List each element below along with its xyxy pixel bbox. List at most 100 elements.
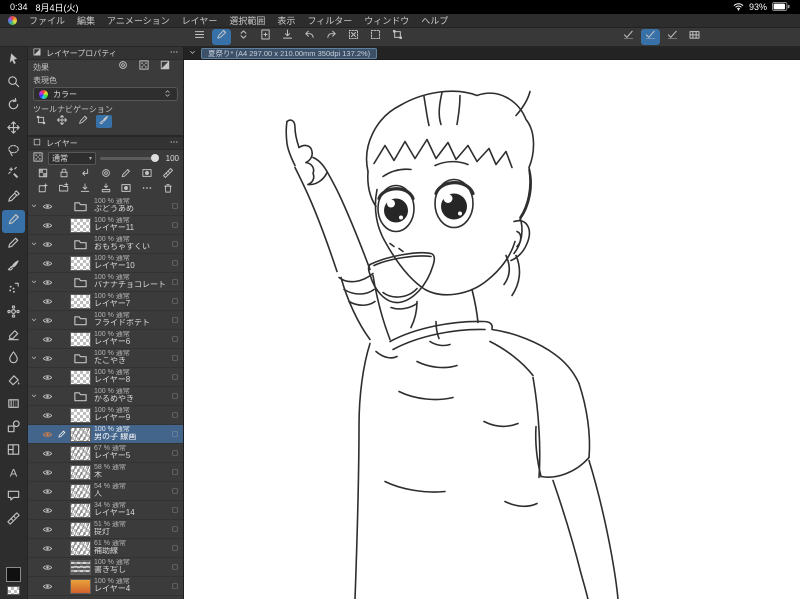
layer-row[interactable]: 58 % 通常木 (28, 463, 183, 482)
lock-transparent-pixels[interactable] (35, 168, 51, 181)
ruler-range[interactable] (160, 167, 176, 181)
expression-color-dropdown[interactable]: カラー (33, 87, 178, 101)
tool-pen[interactable] (2, 210, 25, 233)
tool-eyedropper[interactable] (2, 187, 25, 210)
tool-move-layer[interactable] (2, 118, 25, 141)
tool-balloon[interactable] (2, 486, 25, 509)
stabilization-b-button[interactable] (641, 29, 660, 45)
layer-row[interactable]: 100 % 通常 レイヤー4 (28, 577, 183, 596)
export-button[interactable] (278, 29, 297, 45)
layer-settings[interactable] (139, 183, 155, 196)
reference-layer[interactable] (98, 168, 114, 181)
layer-visibility-icon[interactable] (41, 239, 54, 250)
merge-down[interactable] (98, 182, 114, 196)
tool-decoration[interactable] (2, 302, 25, 325)
layer-thumbnail[interactable] (70, 426, 91, 442)
layer-color-effect[interactable] (157, 60, 173, 74)
layer-thumbnail[interactable] (70, 369, 91, 385)
tone-effect[interactable] (136, 60, 152, 74)
main-menu-button[interactable] (190, 29, 209, 45)
create-mask[interactable] (118, 183, 134, 196)
menu-item-7[interactable]: ウィンドウ (364, 14, 409, 27)
layer-thumbnail[interactable] (70, 521, 91, 537)
layer-visibility-icon[interactable] (41, 410, 54, 421)
document-tab[interactable]: 夏祭り* (A4 297.00 x 210.00mm 350dpi 137.2%… (201, 47, 378, 59)
layer-row[interactable]: 100 % 通常 レイヤー11 (28, 216, 183, 235)
layer-folder-row[interactable]: 100 % 通常 おもちゃすくい (28, 235, 183, 254)
nav-move[interactable] (54, 114, 70, 128)
layer-thumbnail[interactable] (70, 331, 91, 347)
folder-expand-icon[interactable] (30, 278, 38, 286)
layer-thumbnail[interactable] (70, 445, 91, 461)
nav-brush[interactable] (96, 115, 112, 128)
layer-visibility-icon[interactable] (41, 524, 54, 535)
opacity-slider[interactable] (100, 152, 159, 165)
layer-folder-row[interactable]: 100 % 通常 バナナチョコレート (28, 273, 183, 292)
new-canvas-button[interactable] (256, 29, 275, 45)
panel-menu-icon[interactable] (169, 137, 179, 149)
clip-to-layer-below[interactable] (77, 168, 93, 181)
new-layer-folder[interactable] (56, 182, 72, 196)
layer-thumbnail[interactable] (70, 540, 91, 556)
tool-rotate-canvas[interactable] (2, 95, 25, 118)
current-tool-button[interactable] (212, 29, 231, 45)
layer-visibility-icon[interactable] (41, 220, 54, 231)
layer-visibility-icon[interactable] (41, 429, 54, 440)
layer-row[interactable]: 100 % 通常 男の子 線画 (28, 425, 183, 444)
layer-row[interactable]: 100 % 通常 レイヤー8 (28, 368, 183, 387)
transfer-to-below[interactable] (77, 182, 93, 196)
layer-thumbnail[interactable] (70, 502, 91, 518)
stabilization-a-button[interactable] (619, 29, 638, 45)
layer-row[interactable]: 54 % 通常人 (28, 482, 183, 501)
enable-mask[interactable] (139, 168, 155, 181)
layer-thumbnail[interactable] (70, 293, 91, 309)
layer-thumbnail[interactable] (70, 237, 91, 252)
tool-gradient[interactable] (2, 394, 25, 417)
new-raster-layer[interactable] (35, 182, 51, 196)
layer-visibility-icon[interactable] (41, 353, 54, 364)
menu-item-1[interactable]: 編集 (77, 14, 95, 27)
layer-visibility-icon[interactable] (41, 543, 54, 554)
layer-row[interactable]: 100 % 通常 レイヤー9 (28, 406, 183, 425)
tool-selection[interactable] (2, 141, 25, 164)
layer-row[interactable]: 100 % 通常 書き写し (28, 558, 183, 577)
draft-layer[interactable] (118, 168, 134, 181)
layer-row[interactable]: 61 % 通常 補助線 (28, 539, 183, 558)
tool-fill[interactable] (2, 371, 25, 394)
nav-transform[interactable] (33, 115, 49, 128)
tool-text[interactable]: A (2, 463, 25, 486)
layer-visibility-icon[interactable] (41, 486, 54, 497)
tool-eraser[interactable] (2, 325, 25, 348)
undo-button[interactable] (300, 29, 319, 45)
menu-item-0[interactable]: ファイル (29, 14, 65, 27)
layer-row[interactable]: 100 % 通常 レイヤー7 (28, 292, 183, 311)
canvas[interactable] (184, 60, 800, 599)
layer-visibility-icon[interactable] (41, 562, 54, 573)
layer-thumbnail[interactable] (70, 275, 91, 290)
layer-visibility-icon[interactable] (41, 277, 54, 288)
delete-layer[interactable] (160, 183, 176, 196)
layer-row[interactable]: 51 % 通常 提灯 (28, 520, 183, 539)
layer-thumbnail[interactable] (70, 407, 91, 423)
layer-row[interactable]: 100 % 通常 レイヤー10 (28, 254, 183, 273)
folder-expand-icon[interactable] (30, 202, 38, 210)
layer-thumbnail[interactable] (70, 464, 91, 480)
layer-thumbnail[interactable] (70, 389, 91, 404)
layer-visibility-icon[interactable] (41, 581, 54, 592)
menu-item-6[interactable]: フィルター (307, 14, 352, 27)
deselect-button[interactable] (366, 29, 385, 45)
blend-mode-dropdown[interactable]: 通常 ▾ (48, 152, 96, 165)
layer-visibility-icon[interactable] (41, 201, 54, 212)
layer-visibility-icon[interactable] (41, 258, 54, 269)
menu-item-5[interactable]: 表示 (277, 14, 295, 27)
nav-pen[interactable] (75, 115, 91, 128)
tool-switch-button[interactable] (234, 29, 253, 45)
transform-button[interactable] (388, 29, 407, 45)
layer-visibility-icon[interactable] (41, 372, 54, 383)
folder-expand-icon[interactable] (30, 316, 38, 324)
layer-visibility-icon[interactable] (41, 448, 54, 459)
layer-folder-row[interactable]: 100 % 通常 フライドポテト (28, 311, 183, 330)
tool-operation[interactable] (2, 49, 25, 72)
layer-folder-row[interactable]: 100 % 通常 たこやき (28, 349, 183, 368)
layer-thumbnail[interactable] (70, 483, 91, 499)
